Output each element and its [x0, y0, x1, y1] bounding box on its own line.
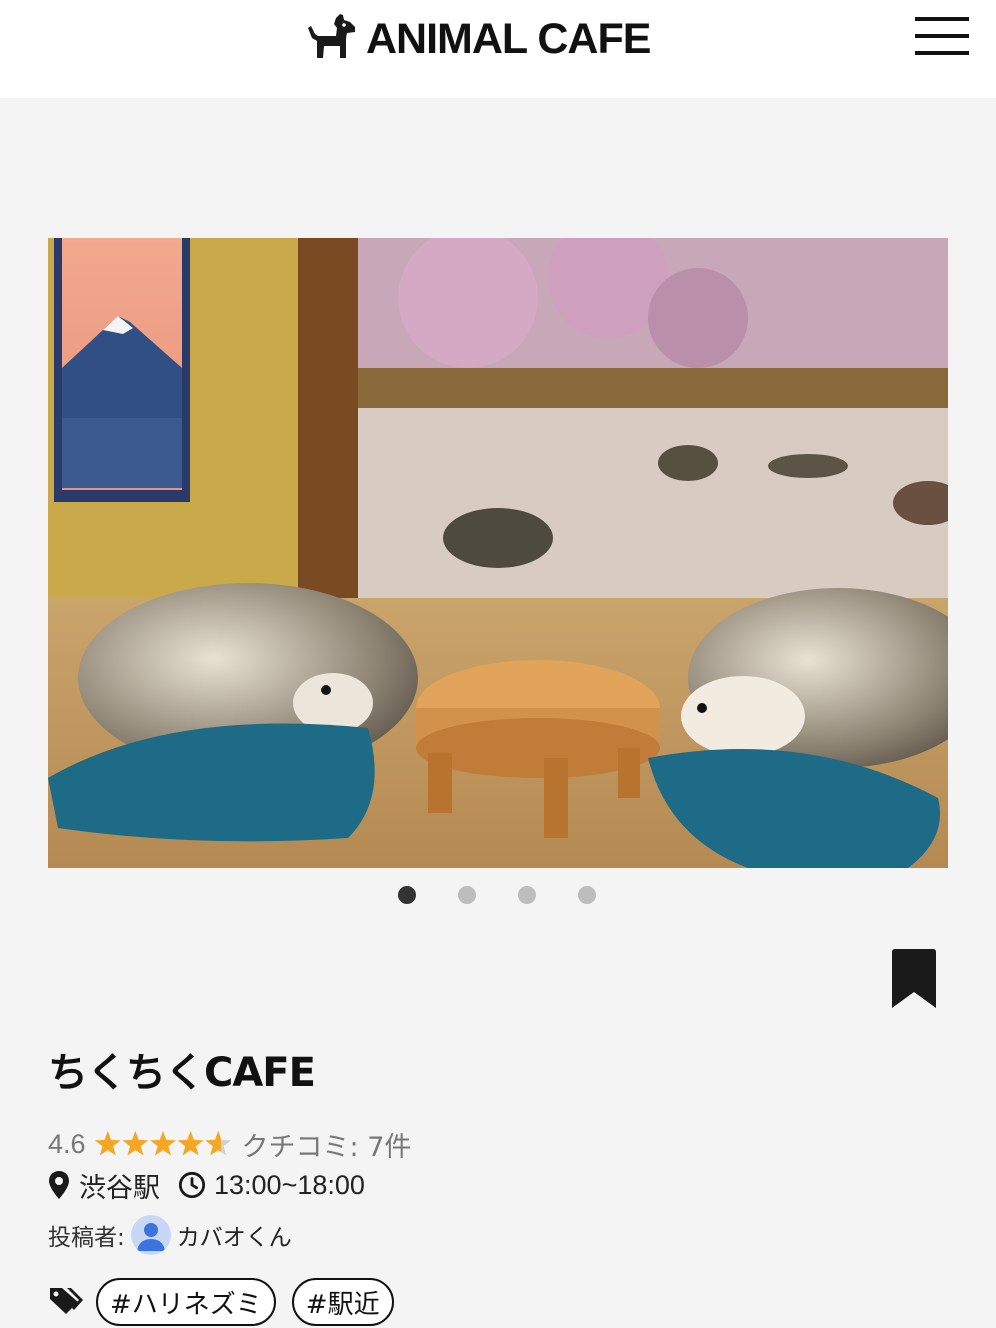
clock-icon — [178, 1171, 206, 1199]
poster-name-link[interactable]: カバオくん — [177, 1218, 292, 1252]
tags-row: #ハリネズミ #駅近 — [48, 1278, 394, 1326]
star-rating — [94, 1129, 232, 1159]
star-icon — [177, 1131, 203, 1156]
cafe-name: ちくちくCAFE — [48, 1050, 316, 1096]
poster-row: 投稿者: カバオくん — [48, 1214, 292, 1256]
logo-text: ANIMAL CAFE — [366, 15, 651, 63]
carousel-dot[interactable] — [398, 886, 416, 904]
opening-hours: 13:00~18:00 — [214, 1169, 365, 1200]
nearest-station: 渋谷駅 — [79, 1172, 160, 1204]
tag-chip[interactable]: #ハリネズミ — [96, 1278, 276, 1326]
app-header: ANIMAL CAFE — [0, 0, 996, 98]
cafe-photo[interactable] — [48, 238, 948, 868]
tag-chip[interactable]: #駅近 — [291, 1278, 394, 1326]
tags-icon — [48, 1285, 84, 1319]
rating-row: 4.6 クチコミ: 7件 — [48, 1124, 411, 1164]
star-icon — [149, 1131, 176, 1156]
carousel-indicators — [398, 886, 598, 906]
map-pin-icon — [48, 1170, 70, 1200]
poster-label: 投稿者: — [48, 1225, 125, 1251]
carousel-dot[interactable] — [458, 886, 476, 904]
review-count-link[interactable]: クチコミ: 7件 — [242, 1125, 412, 1164]
bookmark-icon[interactable] — [890, 948, 938, 1010]
rating-value: 4.6 — [48, 1128, 86, 1159]
user-avatar-icon[interactable] — [130, 1215, 171, 1255]
carousel-dot[interactable] — [578, 886, 596, 904]
location-hours-row: 渋谷駅 13:00~18:00 — [48, 1165, 365, 1205]
star-icon — [204, 1131, 231, 1156]
logo[interactable]: ANIMAL CAFE — [306, 12, 651, 66]
dog-icon — [306, 12, 356, 66]
star-icon — [94, 1131, 121, 1156]
star-icon — [122, 1131, 148, 1156]
carousel-dot[interactable] — [518, 886, 536, 904]
hamburger-menu-icon[interactable] — [915, 17, 969, 55]
